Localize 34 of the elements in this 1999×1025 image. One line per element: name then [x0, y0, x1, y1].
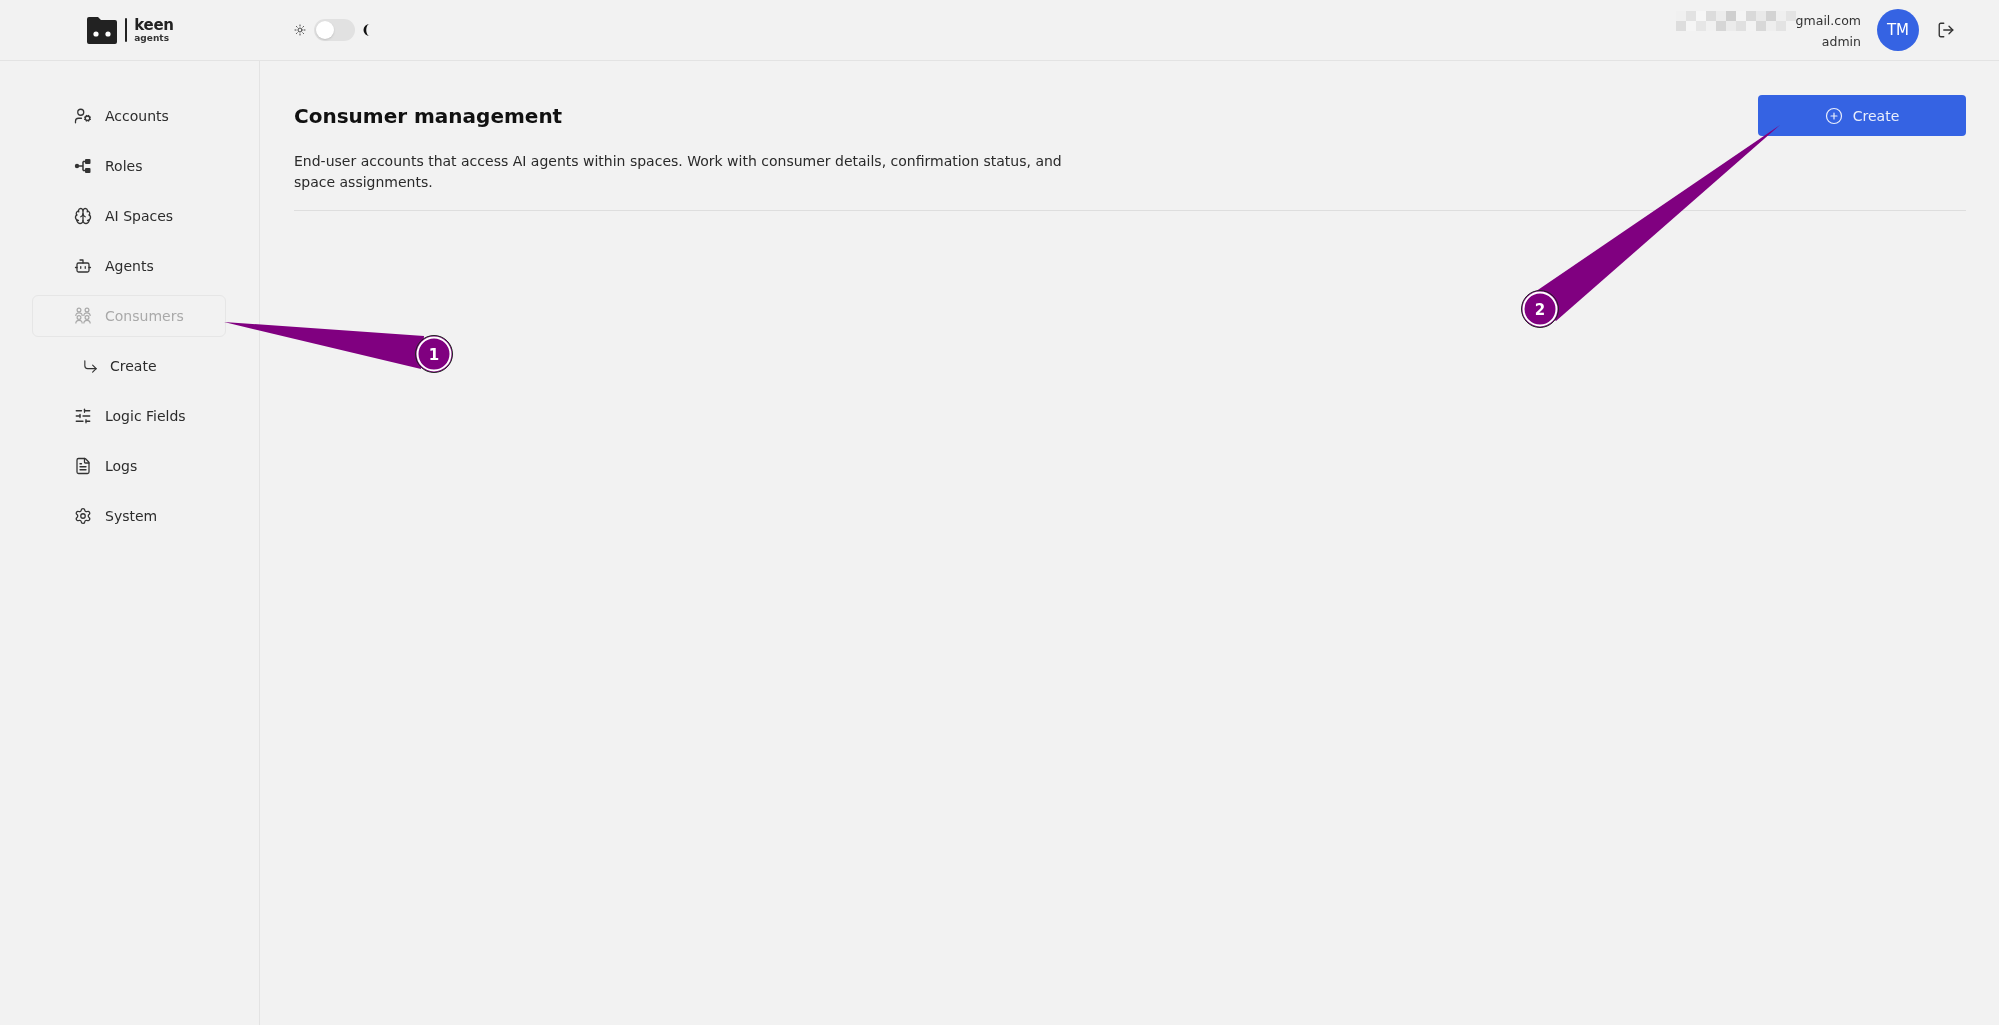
logout-button[interactable]	[1937, 21, 1955, 39]
sliders-icon	[74, 407, 92, 425]
sidebar-item[interactable]: System	[32, 495, 226, 537]
numbered-callout: 2	[1521, 125, 1780, 328]
theme-toggle[interactable]	[314, 19, 355, 41]
brain-icon	[74, 207, 92, 225]
settings-icon	[74, 507, 92, 525]
sidebar-item[interactable]: AI Spaces	[32, 195, 226, 237]
create-button[interactable]: Create	[1758, 95, 1966, 136]
logout-icon	[1937, 21, 1955, 39]
user-avatar: TM	[1877, 9, 1919, 51]
logo-tagline: agents	[134, 33, 170, 43]
plus-circle-icon	[1824, 106, 1843, 125]
sidebar-item[interactable]: Roles	[32, 145, 226, 187]
document-icon	[74, 457, 92, 475]
crescent-moon-icon	[363, 24, 370, 36]
hierarchy-icon	[74, 157, 92, 175]
page-description: End-user accounts that access AI agents within spaces. Work with consumer details, confirmation status, and space assignments.	[294, 152, 1063, 192]
corner-arrow-icon	[82, 357, 99, 375]
folder-logo-icon	[86, 15, 119, 45]
user-role: admin	[1821, 32, 1861, 50]
sidebar-item[interactable]: Agents	[32, 245, 226, 287]
sidebar-item[interactable]: Logs	[32, 445, 226, 487]
sidebar-item[interactable]: Accounts	[32, 95, 226, 137]
user-email: gmail.com	[1795, 12, 1861, 29]
logo-wordmark: keen	[134, 17, 174, 33]
sidebar-subitem[interactable]: Create	[32, 345, 226, 387]
users-icon	[74, 307, 92, 325]
user-gear-icon	[74, 107, 92, 125]
page-title: Consumer management	[294, 103, 563, 128]
numbered-callout: 1	[224, 322, 453, 373]
sun-icon	[294, 24, 306, 36]
sidebar-item[interactable]: Logic Fields	[32, 395, 226, 437]
robot-icon	[74, 257, 92, 275]
